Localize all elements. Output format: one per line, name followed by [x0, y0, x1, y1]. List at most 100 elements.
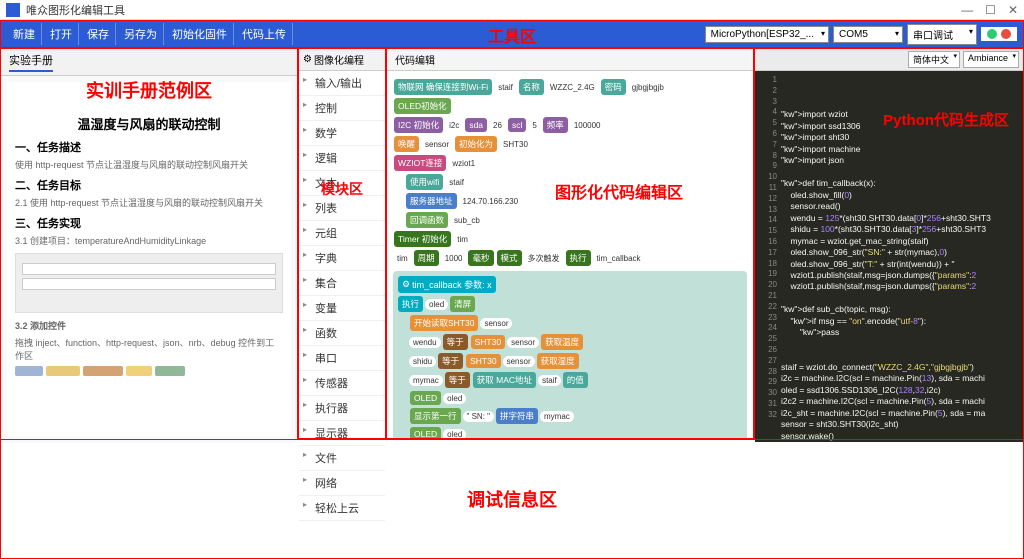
- block[interactable]: 名称: [519, 79, 544, 95]
- block[interactable]: OLED: [410, 427, 441, 439]
- block[interactable]: 毫秒: [468, 250, 493, 266]
- slot[interactable]: tim: [453, 234, 472, 245]
- block[interactable]: 模式: [497, 250, 522, 266]
- btn-save[interactable]: 保存: [81, 23, 116, 45]
- cat-item[interactable]: 字典: [299, 246, 385, 271]
- block[interactable]: 周期: [414, 250, 439, 266]
- cat-item[interactable]: 传感器: [299, 371, 385, 396]
- block[interactable]: OLED: [410, 391, 441, 405]
- slot[interactable]: 多次触发: [524, 252, 564, 265]
- cat-item[interactable]: 集合: [299, 271, 385, 296]
- slot[interactable]: sub_cb: [450, 215, 484, 226]
- theme-select[interactable]: Ambiance: [963, 51, 1019, 68]
- cat-item[interactable]: 元组: [299, 221, 385, 246]
- manual-tab-label[interactable]: 实验手册: [9, 52, 53, 72]
- slot[interactable]: staif: [445, 177, 468, 188]
- slot[interactable]: tim_callback: [593, 253, 645, 264]
- block[interactable]: 的值: [563, 372, 588, 388]
- minimize-icon[interactable]: —: [961, 3, 973, 17]
- doc-s4: 3.2 添加控件: [15, 319, 283, 332]
- blocks-canvas[interactable]: 物联网 确保连接到Wi-Fistaif名称WZZC_2.4G密码gjbgjbgj…: [387, 71, 753, 439]
- slot[interactable]: " SN: ": [463, 411, 494, 422]
- block-callback-group[interactable]: ⚙ tim_callback 参数: x 执行oled清屏 开始读取SHT30s…: [393, 271, 747, 439]
- block[interactable]: 等于: [438, 353, 463, 369]
- block[interactable]: SHT30: [466, 354, 500, 368]
- block[interactable]: 获取温度: [541, 334, 583, 350]
- slot[interactable]: WZZC_2.4G: [546, 82, 599, 93]
- slot[interactable]: mymac: [540, 411, 574, 422]
- cat-item[interactable]: 控制: [299, 96, 385, 121]
- board-select[interactable]: MicroPython[ESP32_...: [705, 26, 829, 43]
- block-timer[interactable]: Timer 初始化: [394, 231, 451, 247]
- lang-select[interactable]: 简体中文: [908, 51, 960, 68]
- maximize-icon[interactable]: ☐: [985, 3, 996, 17]
- slot[interactable]: shidu: [409, 356, 436, 367]
- block[interactable]: 获取 MAC地址: [473, 372, 536, 388]
- slot[interactable]: SHT30: [499, 139, 532, 150]
- btn-initfw[interactable]: 初始化固件: [166, 23, 234, 45]
- block[interactable]: 初始化为: [455, 136, 497, 152]
- block-i2c[interactable]: I2C 初始化: [394, 117, 443, 133]
- slot[interactable]: wendu: [409, 337, 441, 348]
- block[interactable]: 开始读取SHT30: [410, 315, 478, 331]
- slot[interactable]: sensor: [480, 318, 512, 329]
- cat-item[interactable]: 逻辑: [299, 146, 385, 171]
- cat-item[interactable]: 执行器: [299, 396, 385, 421]
- slot[interactable]: i2c: [445, 120, 463, 131]
- cat-item[interactable]: 函数: [299, 321, 385, 346]
- block-wifi[interactable]: 物联网 确保连接到Wi-Fi: [394, 79, 492, 95]
- slot[interactable]: oled: [425, 299, 448, 310]
- slot[interactable]: 26: [489, 120, 506, 131]
- block-cb-def[interactable]: ⚙ tim_callback 参数: x: [398, 276, 496, 293]
- slot[interactable]: oled: [443, 393, 466, 404]
- btn-open[interactable]: 打开: [44, 23, 79, 45]
- slot[interactable]: mymac: [409, 375, 443, 386]
- block[interactable]: 等于: [443, 334, 468, 350]
- btn-saveas[interactable]: 另存为: [118, 23, 164, 45]
- block[interactable]: 执行: [566, 250, 591, 266]
- cat-item[interactable]: 串口: [299, 346, 385, 371]
- slot[interactable]: wziot1: [448, 158, 479, 169]
- slot[interactable]: oled: [443, 429, 466, 440]
- block[interactable]: 拼字符串: [496, 408, 538, 424]
- block[interactable]: 获取湿度: [537, 353, 579, 369]
- slot[interactable]: sensor: [421, 139, 453, 150]
- block[interactable]: scl: [508, 118, 526, 132]
- run-icon[interactable]: [987, 29, 997, 39]
- cat-item[interactable]: 列表: [299, 196, 385, 221]
- block-wziot[interactable]: WZIOT连接: [394, 155, 446, 171]
- slot[interactable]: gjbgjbgjb: [628, 82, 668, 93]
- slot[interactable]: 5: [528, 120, 540, 131]
- cat-item[interactable]: 数学: [299, 121, 385, 146]
- slot[interactable]: 100000: [570, 120, 605, 131]
- cat-item[interactable]: 输入/输出: [299, 71, 385, 96]
- block[interactable]: 执行: [398, 296, 423, 312]
- close-icon[interactable]: ✕: [1008, 3, 1018, 17]
- app-icon: [6, 3, 20, 17]
- slot[interactable]: 1000: [441, 253, 467, 264]
- block-wake[interactable]: 唤醒: [394, 136, 419, 152]
- block[interactable]: 密码: [601, 79, 626, 95]
- block[interactable]: 等于: [445, 372, 470, 388]
- slot[interactable]: staif: [494, 82, 517, 93]
- block[interactable]: 使用wifi: [406, 174, 443, 190]
- slot[interactable]: tim: [393, 253, 412, 264]
- block[interactable]: SHT30: [471, 335, 505, 349]
- slot[interactable]: sensor: [507, 337, 539, 348]
- block[interactable]: sda: [465, 118, 487, 132]
- btn-upload[interactable]: 代码上传: [236, 23, 293, 45]
- block[interactable]: 服务器地址: [406, 193, 457, 209]
- block[interactable]: 频率: [543, 117, 568, 133]
- slot[interactable]: staif: [538, 375, 561, 386]
- slot[interactable]: 124.70.166.230: [459, 196, 523, 207]
- port-select[interactable]: COM5: [833, 26, 903, 43]
- block[interactable]: 清屏: [450, 296, 475, 312]
- block[interactable]: 显示第一行: [410, 408, 461, 424]
- block[interactable]: 回调函数: [406, 212, 448, 228]
- stop-icon[interactable]: [1001, 29, 1011, 39]
- block-oled-init[interactable]: OLED初始化: [394, 98, 451, 114]
- debug-select[interactable]: 串口调试: [907, 24, 977, 45]
- cat-item[interactable]: 变量: [299, 296, 385, 321]
- slot[interactable]: sensor: [503, 356, 535, 367]
- btn-new[interactable]: 新建: [7, 23, 42, 45]
